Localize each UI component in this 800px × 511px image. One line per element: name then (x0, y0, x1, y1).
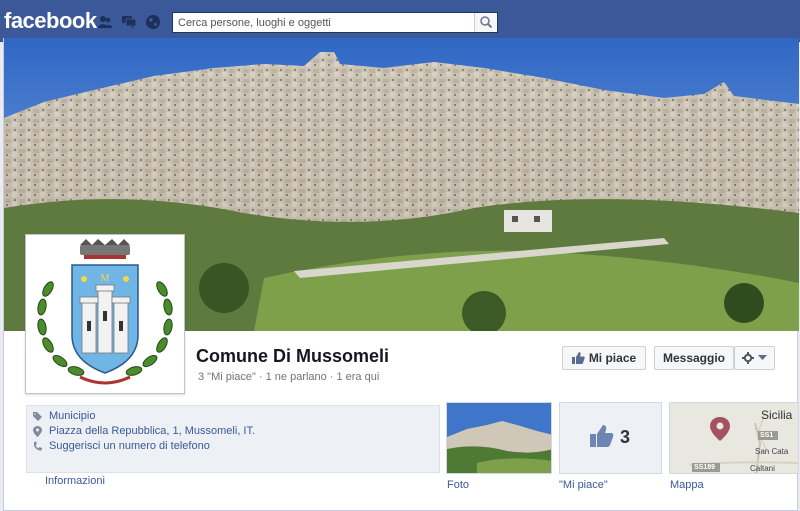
facebook-logo[interactable]: facebook (4, 8, 97, 34)
friend-requests-icon[interactable] (97, 14, 113, 30)
likes-stat[interactable]: 3 "Mi piace" (198, 371, 256, 383)
search-icon (480, 16, 493, 29)
category-link[interactable]: Municipio (49, 410, 95, 422)
message-button-label: Messaggio (662, 351, 725, 365)
map-place-label: Caltani (750, 464, 775, 473)
stat-separator: · (329, 371, 334, 383)
info-tab-link[interactable]: Informazioni (45, 475, 105, 487)
page-stats: 3 "Mi piace" · 1 ne parlano · 1 era qui (198, 371, 379, 383)
notifications-globe-icon[interactable] (145, 14, 161, 30)
svg-text:M: M (101, 273, 110, 284)
stat-separator: · (258, 371, 263, 383)
address-row: Piazza della Repubblica, 1, Mussomeli, I… (33, 425, 255, 437)
likes-count: 3 (620, 427, 631, 447)
tag-icon (33, 411, 42, 421)
map-region-label: Sicilia (761, 408, 793, 422)
suggest-phone-link[interactable]: Suggerisci un numero di telefono (49, 440, 210, 452)
gear-icon (742, 352, 754, 364)
settings-dropdown-button[interactable] (734, 346, 775, 370)
category-row: Municipio (33, 410, 95, 422)
map-tile-label[interactable]: Mappa (670, 479, 704, 491)
likes-tile-label[interactable]: "Mi piace" (559, 479, 608, 491)
address-text[interactable]: Piazza della Repubblica, 1, Mussomeli, I… (49, 425, 255, 437)
search-box (172, 12, 498, 33)
profile-picture[interactable]: M (25, 234, 185, 394)
about-box: Municipio Piazza della Repubblica, 1, Mu… (26, 405, 440, 473)
likes-tile[interactable]: 3 (559, 402, 662, 474)
photo-thumbnail (447, 403, 551, 473)
map-road-label: SS1 (760, 432, 774, 439)
page-title[interactable]: Comune Di Mussomeli (196, 346, 389, 367)
talking-about-stat[interactable]: 1 ne parlano (266, 371, 327, 383)
chevron-down-icon (758, 355, 767, 360)
map-road-label: SS189 (694, 464, 716, 471)
location-pin-icon (33, 425, 42, 437)
checkins-stat[interactable]: 1 era qui (336, 371, 379, 383)
search-input[interactable] (173, 13, 473, 32)
map-tile[interactable]: Sicilia SS1 San Cata SS189 Caltani (669, 402, 799, 474)
phone-icon (34, 441, 42, 451)
thumbs-up-icon (571, 352, 585, 364)
photos-tile[interactable] (446, 402, 552, 474)
like-page-button[interactable]: Mi piace (562, 346, 646, 370)
phone-row: Suggerisci un numero di telefono (33, 440, 210, 452)
messages-icon[interactable] (121, 14, 137, 30)
coat-of-arms-image: M (30, 239, 180, 389)
map-place-label: San Cata (755, 447, 789, 456)
page-timeline: M Comune Di Mussomeli 3 "Mi piace" · 1 ne … (3, 38, 799, 511)
top-bar: facebook (0, 0, 800, 42)
thumbs-up-icon (590, 425, 614, 447)
like-button-label: Mi piace (588, 351, 637, 365)
message-button[interactable]: Messaggio (654, 346, 734, 370)
photos-tile-label[interactable]: Foto (447, 479, 469, 491)
search-button[interactable] (474, 13, 497, 32)
